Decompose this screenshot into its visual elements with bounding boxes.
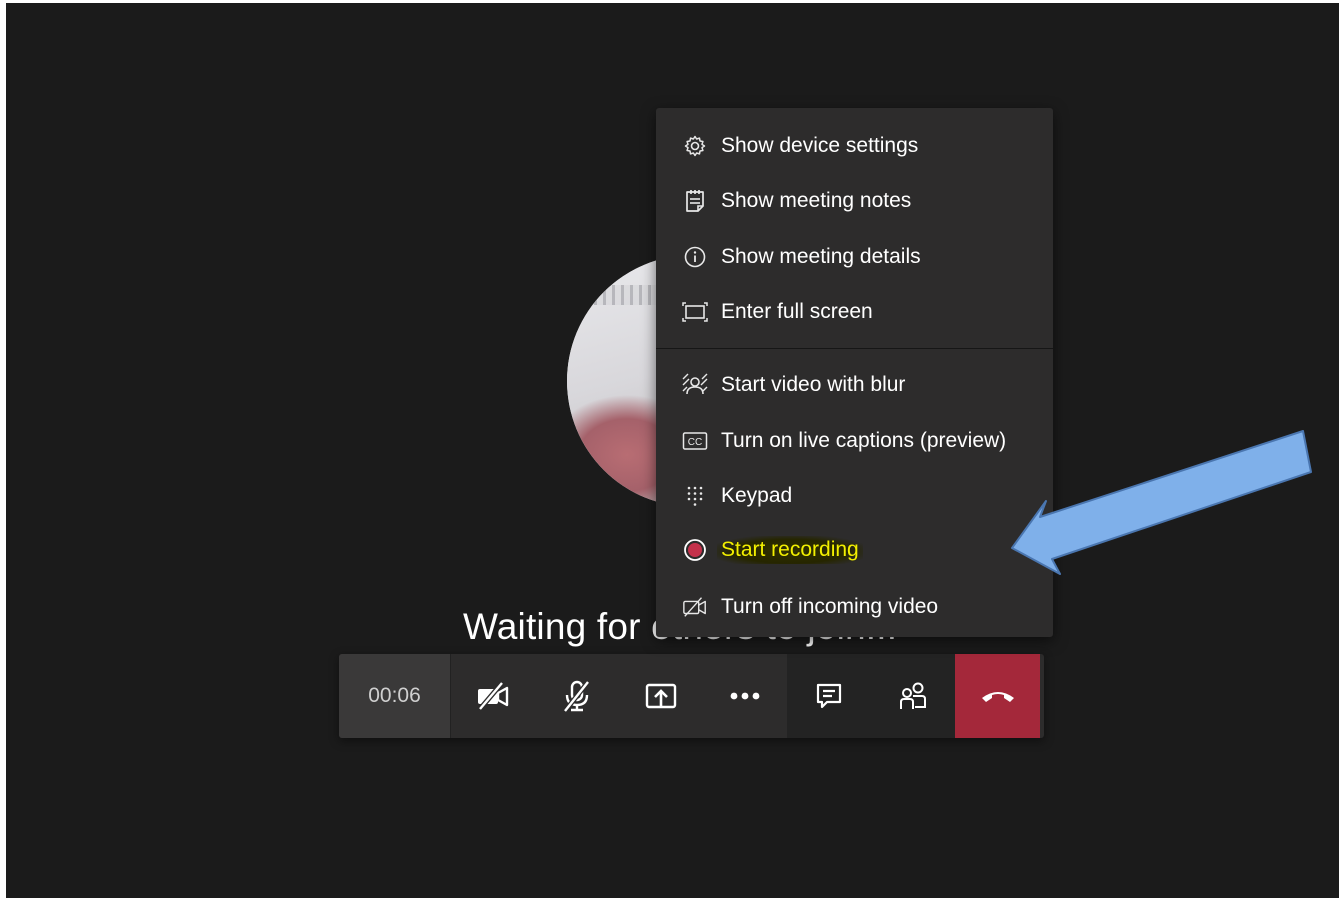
hang-up-icon [980, 688, 1016, 704]
mic-toggle-button[interactable] [535, 654, 619, 738]
camera-toggle-button[interactable] [451, 654, 535, 738]
call-timer: 00:06 [339, 654, 451, 738]
menu-item-incoming-video-off[interactable]: Turn off incoming video [656, 585, 1053, 629]
share-screen-icon [644, 681, 678, 711]
menu-item-meeting-details[interactable]: Show meeting details [656, 235, 1053, 279]
participants-button[interactable] [871, 654, 955, 738]
captions-icon: CC [682, 428, 708, 454]
avatar-photo-detail [567, 285, 667, 305]
menu-item-meeting-notes[interactable]: Show meeting notes [656, 179, 1053, 223]
fullscreen-icon [682, 299, 708, 325]
more-actions-button[interactable] [703, 654, 787, 738]
participants-icon [897, 680, 929, 712]
info-icon [682, 244, 708, 270]
menu-item-label: Keypad [721, 484, 793, 507]
toolbar-secondary-group [787, 654, 955, 738]
menu-item-label: Turn off incoming video [721, 595, 939, 618]
more-icon [727, 691, 763, 701]
hang-up-button[interactable] [955, 654, 1040, 738]
share-screen-button[interactable] [619, 654, 703, 738]
menu-item-video-blur[interactable]: Start video with blur [656, 363, 1053, 407]
camera-off-icon [475, 681, 511, 711]
mic-off-icon [561, 679, 593, 713]
menu-item-label: Show device settings [721, 134, 919, 157]
menu-item-label: Show meeting notes [721, 189, 912, 212]
record-icon [682, 537, 708, 563]
chat-icon [814, 681, 844, 711]
menu-item-device-settings[interactable]: Show device settings [656, 124, 1053, 168]
blur-icon [682, 372, 708, 398]
more-actions-menu: Show device settings Show meeting notes [656, 108, 1053, 637]
menu-item-full-screen[interactable]: Enter full screen [656, 290, 1053, 334]
menu-item-start-recording[interactable]: Start recording [656, 528, 1053, 572]
menu-item-label: Start video with blur [721, 373, 906, 396]
menu-divider [656, 348, 1053, 349]
video-off-icon [682, 594, 708, 620]
menu-item-label: Show meeting details [721, 245, 921, 268]
gear-icon [682, 133, 708, 159]
call-toolbar: 00:06 [339, 654, 1044, 738]
call-stage: Waiting for others to join... 00:06 [6, 3, 1339, 898]
menu-item-label: Turn on live captions (preview) [721, 429, 1007, 452]
chat-button[interactable] [787, 654, 871, 738]
notes-icon [682, 188, 708, 214]
menu-item-label: Start recording [717, 536, 863, 564]
captions-icon-text: CC [688, 437, 702, 448]
keypad-icon [682, 483, 708, 509]
menu-item-label: Enter full screen [721, 300, 873, 323]
menu-item-live-captions[interactable]: CC Turn on live captions (preview) [656, 419, 1053, 463]
menu-item-keypad[interactable]: Keypad [656, 474, 1053, 518]
